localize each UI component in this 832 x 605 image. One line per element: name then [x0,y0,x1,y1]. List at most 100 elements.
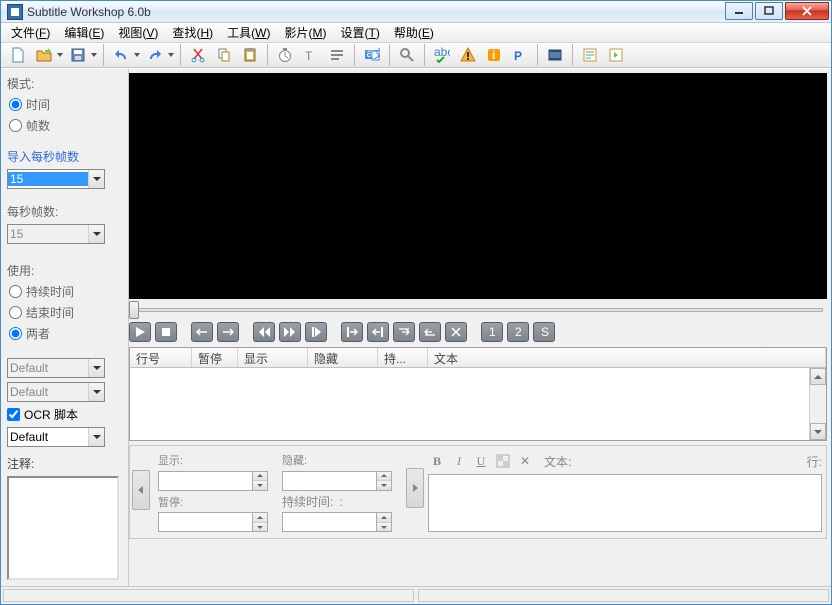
info-icon[interactable]: i [482,43,506,67]
copy-icon[interactable] [212,43,236,67]
pause-label: 暂停: [158,494,276,510]
svg-text:P: P [514,49,522,63]
use-label: 使用: [7,262,122,279]
menu-tools[interactable]: 工具(W) [223,23,274,42]
window-title: Subtitle Workshop 6.0b [27,5,151,19]
input-fps-label: 导入每秒帧数 [7,148,122,165]
input-fps-combo[interactable]: 15 [7,169,105,189]
paste-icon[interactable] [238,43,262,67]
save-dropdown[interactable] [89,43,99,67]
stop-button[interactable] [155,322,177,342]
clear-format-button[interactable]: ✕ [516,452,534,470]
search-icon[interactable] [395,43,419,67]
fps-combo[interactable]: 15 [7,224,105,244]
next-subtitle-button[interactable] [217,322,239,342]
cut-icon[interactable] [186,43,210,67]
menu-file[interactable]: 文件(F) [7,23,54,42]
close-button[interactable] [785,2,829,20]
color-button[interactable] [494,452,512,470]
duration-time-spin[interactable] [282,512,400,532]
timing-icon[interactable] [273,43,297,67]
mark-last-button[interactable]: 2 [507,322,529,342]
maximize-button[interactable] [755,2,783,20]
bold-button[interactable]: B [428,452,446,470]
open-file-icon[interactable] [32,43,56,67]
text-tool-icon[interactable]: T [299,43,323,67]
menu-movie[interactable]: 影片(M) [280,23,330,42]
svg-text:abc: abc [434,47,450,59]
show-label: 显示: [158,452,276,468]
seek-slider[interactable] [129,303,827,317]
show-time-spin[interactable] [158,471,276,491]
play-button[interactable] [129,322,151,342]
forward-button[interactable] [279,322,301,342]
new-file-icon[interactable] [6,43,30,67]
use-duration-radio[interactable]: 持续时间 [9,283,122,300]
text-label: 文本: [544,453,571,470]
menu-help[interactable]: 帮助(E) [390,23,438,42]
col-duration[interactable]: 持... [378,348,428,367]
settings-panel-icon[interactable] [578,43,602,67]
vertical-bar-button[interactable] [305,322,327,342]
menu-search[interactable]: 查找(H) [168,23,217,42]
sync-point1-button[interactable] [393,322,415,342]
next-nav-button[interactable] [406,468,424,508]
subtitle-grid[interactable]: 行号 暂停 显示 隐藏 持... 文本 [129,347,827,441]
menu-edit[interactable]: 编辑(E) [60,23,108,42]
open-dropdown[interactable] [55,43,65,67]
mode-frames-radio[interactable]: 帧数 [9,117,122,134]
menu-settings[interactable]: 设置(T) [336,23,383,42]
duration-label: 持续时间: : [282,493,400,510]
col-hide[interactable]: 隐藏 [308,348,378,367]
pascal-script-icon[interactable]: P [508,43,532,67]
subtitle-lines-icon[interactable] [325,43,349,67]
undo-icon[interactable] [109,43,133,67]
use-both-radio[interactable]: 两者 [9,325,122,342]
sync-point2-button[interactable] [419,322,441,342]
prev-nav-button[interactable] [132,470,150,510]
translate-icon[interactable]: a文 [360,43,384,67]
col-lineno[interactable]: 行号 [130,348,192,367]
edit-panel: 显示: 隐藏: 暂停: 持续时间: : B [129,445,827,539]
italic-button[interactable]: I [450,452,468,470]
video-preview-icon[interactable] [543,43,567,67]
use-end-radio[interactable]: 结束时间 [9,304,122,321]
rewind-button[interactable] [253,322,275,342]
subtitle-text-input[interactable] [428,474,822,532]
titlebar: Subtitle Workshop 6.0b [1,1,831,23]
mark-first-button[interactable]: 1 [481,322,503,342]
hide-time-spin[interactable] [282,471,400,491]
video-preview[interactable] [129,73,827,299]
underline-button[interactable]: U [472,452,490,470]
add-sync-button[interactable] [445,322,467,342]
col-show[interactable]: 显示 [238,348,308,367]
pause-time-spin[interactable] [158,512,276,532]
redo-dropdown[interactable] [166,43,176,67]
menubar: 文件(F) 编辑(E) 视图(V) 查找(H) 工具(W) 影片(M) 设置(T… [1,23,831,43]
app-icon [7,4,23,20]
set-end-button[interactable] [367,322,389,342]
set-start-button[interactable] [341,322,363,342]
col-pause[interactable]: 暂停 [192,348,238,367]
save-icon[interactable] [66,43,90,67]
ocr-script-check[interactable]: OCR 脚本 [7,406,122,423]
undo-dropdown[interactable] [132,43,142,67]
redo-icon[interactable] [143,43,167,67]
add-sub-button[interactable]: S [533,322,555,342]
statusbar [1,586,831,604]
menu-view[interactable]: 视图(V) [114,23,162,42]
grid-vscroll[interactable] [809,368,826,440]
prev-subtitle-button[interactable] [191,322,213,342]
charset2-combo[interactable]: Default [7,382,105,402]
fps-label: 每秒帧数: [7,203,122,220]
svg-text:i: i [492,48,495,62]
spellcheck-icon[interactable]: abc [430,43,454,67]
notes-textarea[interactable] [7,476,119,580]
ocr-script-combo[interactable]: Default [7,427,105,447]
error-warning-icon[interactable] [456,43,480,67]
mode-time-radio[interactable]: 时间 [9,96,122,113]
minimize-button[interactable] [725,2,753,20]
output-settings-icon[interactable] [604,43,628,67]
col-text[interactable]: 文本 [428,348,826,367]
charset1-combo[interactable]: Default [7,358,105,378]
